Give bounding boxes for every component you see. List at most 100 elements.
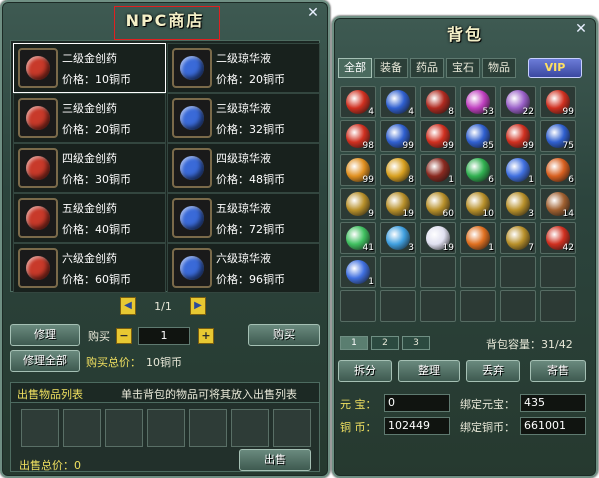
tab-items[interactable]: 物品 (482, 58, 516, 78)
tab-equipment[interactable]: 装备 (374, 58, 408, 78)
shop-item-cell[interactable]: 五级金创药 价格：40铜币 (13, 193, 166, 243)
bag-slot[interactable]: 1 (460, 222, 496, 254)
bag-slot[interactable]: 99 (380, 120, 416, 152)
shop-close-icon[interactable]: ✕ (304, 5, 322, 21)
shop-item-cell[interactable]: 六级金创药 价格：60铜币 (13, 243, 166, 293)
bag-slot[interactable]: 9 (340, 188, 376, 220)
discard-button[interactable]: 丢弃 (466, 360, 520, 382)
sell-slot[interactable] (273, 409, 311, 447)
bag-slot[interactable]: 99 (340, 154, 376, 186)
bag-slot[interactable]: 4 (340, 86, 376, 118)
buy-button[interactable]: 购买 (248, 324, 320, 346)
repair-all-button[interactable]: 修理全部 (10, 350, 80, 372)
bag-slot[interactable]: 19 (380, 188, 416, 220)
bag-slot[interactable]: 22 (500, 86, 536, 118)
quantity-input[interactable]: 1 (138, 327, 190, 345)
prev-page-icon[interactable]: ◀ (120, 297, 136, 315)
shop-item-cell[interactable]: 五级琼华液 价格：72铜币 (167, 193, 320, 243)
sell-slot[interactable] (21, 409, 59, 447)
bag-slot[interactable]: 8 (420, 86, 456, 118)
bag-slot[interactable]: 53 (460, 86, 496, 118)
bag-slot[interactable]: 99 (540, 86, 576, 118)
tab-all[interactable]: 全部 (338, 58, 372, 78)
bag-slot[interactable]: 42 (540, 222, 576, 254)
sell-slot[interactable] (147, 409, 185, 447)
bag-slot[interactable]: 3 (500, 188, 536, 220)
sell-slot[interactable] (105, 409, 143, 447)
blue-potion-icon (386, 90, 410, 114)
bag-slot[interactable]: 1 (340, 256, 376, 288)
shop-item-cell[interactable]: 三级琼华液 价格：32铜币 (167, 93, 320, 143)
bag-slot[interactable]: 6 (540, 154, 576, 186)
bag-page-1[interactable]: 1 (340, 336, 368, 350)
bag-slot[interactable]: 60 (420, 188, 456, 220)
repair-button[interactable]: 修理 (10, 324, 80, 346)
bag-slot[interactable]: 14 (540, 188, 576, 220)
bag-slot[interactable] (500, 256, 536, 288)
bag-slot-grid: 4 4 8 53 22 99 98 99 99 85 99 75 99 8 1 6 1 6 9 19 60 10 3 14 41… (340, 86, 584, 326)
shop-item-cell[interactable]: 四级琼华液 价格：48铜币 (167, 143, 320, 193)
item-count: 4 (368, 107, 374, 117)
bag-slot[interactable] (340, 290, 376, 322)
plus-icon[interactable]: + (198, 328, 214, 344)
shop-item-name: 五级金创药 (62, 202, 117, 215)
split-button[interactable]: 拆分 (338, 360, 392, 382)
shop-item-cell[interactable]: 二级琼华液 价格：20铜币 (167, 43, 320, 93)
bag-slot[interactable]: 3 (380, 222, 416, 254)
shop-item-cell[interactable]: 三级金创药 价格：20铜币 (13, 93, 166, 143)
bag-slot[interactable] (460, 256, 496, 288)
bag-slot[interactable]: 8 (380, 154, 416, 186)
bound-yuanbao-label: 绑定元宝： (460, 398, 515, 411)
bag-slot[interactable]: 4 (380, 86, 416, 118)
bag-slot[interactable]: 75 (540, 120, 576, 152)
sell-button[interactable]: 出售 (239, 449, 311, 471)
bag-slot[interactable]: 10 (460, 188, 496, 220)
bound-yuanbao-value: 435 (520, 394, 586, 412)
item-count: 75 (562, 141, 574, 151)
bag-slot[interactable]: 41 (340, 222, 376, 254)
bag-slot[interactable] (540, 256, 576, 288)
sell-list-header: 出售物品列表 单击背包的物品可将其放入出售列表 (11, 383, 319, 403)
shop-item-name: 六级金创药 (62, 252, 117, 265)
sell-slot[interactable] (63, 409, 101, 447)
item-count: 1 (448, 175, 454, 185)
bag-slot[interactable]: 99 (500, 120, 536, 152)
tab-gems[interactable]: 宝石 (446, 58, 480, 78)
shop-item-cell[interactable]: 二级金创药 价格：10铜币 (13, 43, 166, 93)
tab-medicine[interactable]: 药品 (410, 58, 444, 78)
sort-button[interactable]: 整理 (398, 360, 460, 382)
bag-slot[interactable]: 19 (420, 222, 456, 254)
bag-page-2[interactable]: 2 (371, 336, 399, 350)
bag-slot[interactable]: 1 (420, 154, 456, 186)
item-count: 41 (362, 243, 374, 253)
bag-close-icon[interactable]: ✕ (572, 21, 590, 37)
consign-button[interactable]: 寄售 (530, 360, 586, 382)
bag-slot[interactable]: 85 (460, 120, 496, 152)
shop-item-cell[interactable]: 六级琼华液 价格：96铜币 (167, 243, 320, 293)
bag-slot[interactable]: 99 (420, 120, 456, 152)
bag-slot[interactable]: 98 (340, 120, 376, 152)
shop-item-name: 五级琼华液 (216, 202, 271, 215)
bag-slot[interactable] (380, 290, 416, 322)
bag-slot[interactable]: 7 (500, 222, 536, 254)
sell-slot[interactable] (231, 409, 269, 447)
bag-slot[interactable]: 1 (500, 154, 536, 186)
minus-icon[interactable]: − (116, 328, 132, 344)
vip-button[interactable]: VIP (528, 58, 582, 78)
bag-slot[interactable]: 6 (460, 154, 496, 186)
item-count: 6 (568, 175, 574, 185)
bag-slot[interactable] (420, 256, 456, 288)
sell-list-panel: 出售物品列表 单击背包的物品可将其放入出售列表 出售总价：0 出售 (10, 382, 320, 472)
bag-slot[interactable] (500, 290, 536, 322)
sell-slot[interactable] (189, 409, 227, 447)
bag-slot[interactable] (420, 290, 456, 322)
bound-copper-value: 661001 (520, 417, 586, 435)
bag-slot[interactable] (380, 256, 416, 288)
bag-slot[interactable] (460, 290, 496, 322)
item-count: 19 (442, 243, 454, 253)
red-potion-icon (346, 90, 370, 114)
bag-page-3[interactable]: 3 (402, 336, 430, 350)
next-page-icon[interactable]: ▶ (189, 297, 206, 315)
bag-slot[interactable] (540, 290, 576, 322)
shop-item-cell[interactable]: 四级金创药 价格：30铜币 (13, 143, 166, 193)
